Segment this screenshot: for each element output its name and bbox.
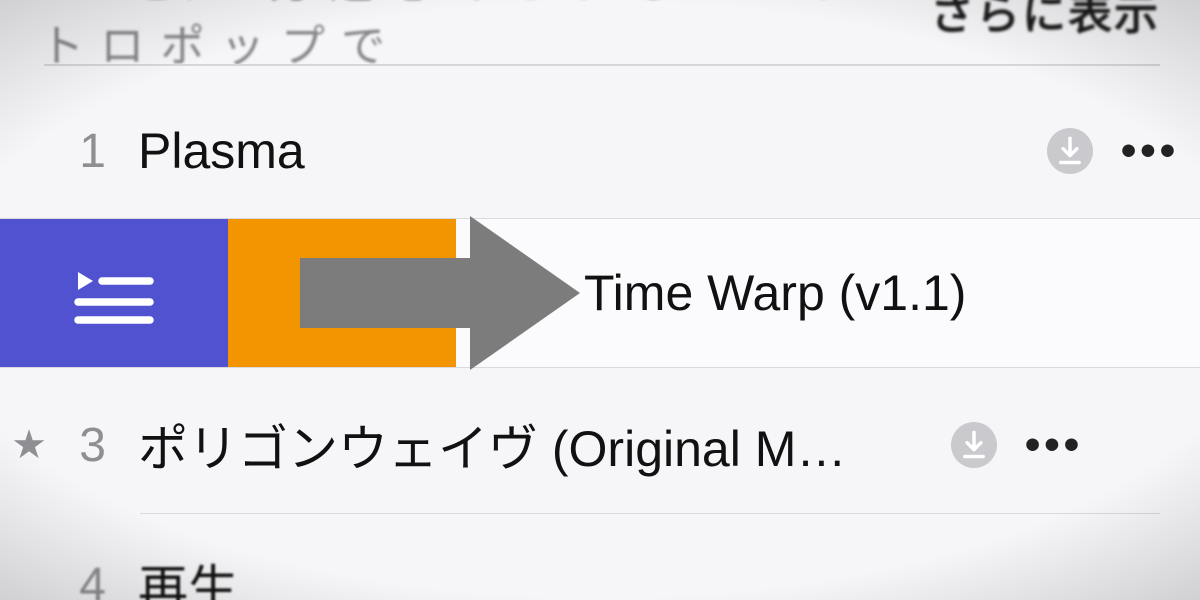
track-number: 3: [58, 418, 114, 473]
download-button[interactable]: [944, 422, 1004, 468]
download-icon: [951, 422, 997, 468]
track-number: 1: [58, 124, 114, 179]
divider: [140, 513, 1160, 514]
divider: [44, 64, 1160, 66]
swipe-action-queue-last[interactable]: [228, 219, 456, 367]
queue-last-icon: [294, 245, 390, 341]
track-title: ポリゴンウェイヴ (Original M…: [114, 409, 944, 481]
track-number: 4: [58, 558, 114, 600]
track-row[interactable]: 1 Plasma •••: [0, 86, 1200, 216]
track-row[interactable]: 4 再生: [0, 520, 1200, 600]
divider: [480, 367, 1160, 368]
track-content: 2 Time Warp (v1.1): [456, 219, 1200, 367]
download-icon: [1047, 128, 1093, 174]
show-more-button[interactable]: さらに表示: [930, 0, 1160, 42]
download-button[interactable]: [1040, 128, 1100, 174]
track-title: Time Warp (v1.1): [556, 264, 966, 322]
more-button[interactable]: •••: [1100, 126, 1200, 176]
track-row-swiped[interactable]: 2 Time Warp (v1.1): [0, 218, 1200, 368]
more-button[interactable]: •••: [1004, 420, 1104, 470]
track-title: 再生: [114, 549, 1200, 600]
swipe-action-queue-next[interactable]: [0, 219, 228, 367]
album-description-text: ンスを、一方 遊 心 あ ふ れ る エ レ ク ト ロ ポ ッ プ で: [40, 0, 914, 74]
queue-next-icon: [66, 245, 162, 341]
track-row[interactable]: ★ 3 ポリゴンウェイヴ (Original M… •••: [0, 380, 1200, 510]
star-icon: ★: [11, 422, 47, 468]
album-description-row: ンスを、一方 遊 心 あ ふ れ る エ レ ク ト ロ ポ ッ プ で さらに…: [0, 0, 1200, 50]
track-title: Plasma: [114, 122, 1040, 180]
more-icon: •••: [1025, 420, 1083, 469]
track-number: 2: [456, 266, 556, 321]
more-icon: •••: [1121, 126, 1179, 175]
star-slot: ★: [0, 422, 58, 468]
